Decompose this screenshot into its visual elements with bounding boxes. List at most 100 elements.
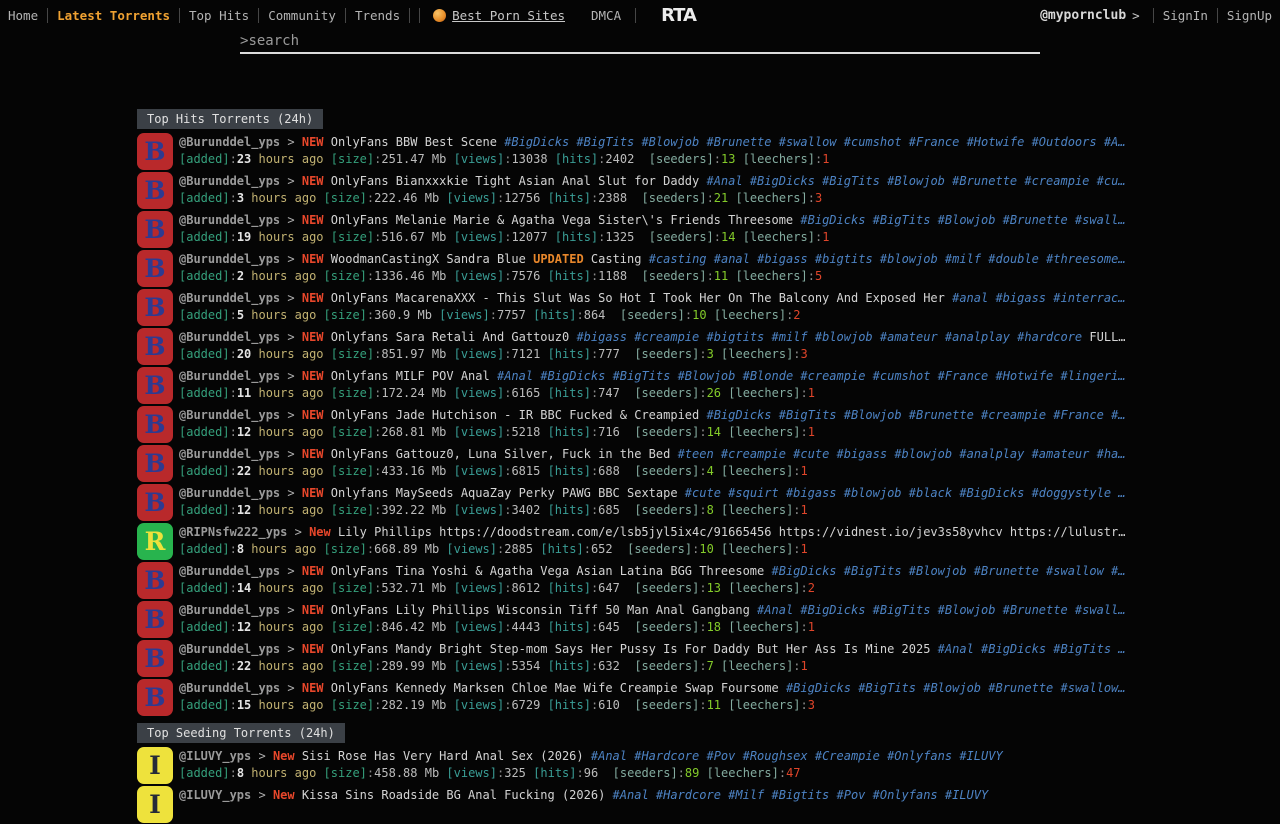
torrent-title[interactable]: Sisi Rose Has Very Hard Anal Sex (2026) — [302, 749, 584, 763]
user-avatar[interactable]: I — [137, 747, 173, 784]
search-input[interactable] — [248, 33, 988, 49]
user-avatar[interactable]: B — [137, 328, 173, 365]
username-link[interactable]: @Burunddel_yps — [179, 174, 280, 188]
torrent-row[interactable]: R@RIPNsfw222_yps > New Lily Phillips htt… — [137, 522, 1140, 561]
tag-list[interactable]: #Anal #BigDicks #BigTits #Blowjob #Brune… — [706, 174, 1125, 188]
torrent-title[interactable]: OnlyFans Gattouz0, Luna Silver, Fuck in … — [331, 447, 671, 461]
signup-link[interactable]: SignUp — [1227, 8, 1272, 23]
username-link[interactable]: @Burunddel_yps — [179, 252, 280, 266]
user-avatar[interactable]: B — [137, 601, 173, 638]
torrent-row[interactable]: B@Burunddel_yps > NEW OnlyFans Kennedy M… — [137, 678, 1140, 717]
username-link[interactable]: @RIPNsfw222_yps — [179, 525, 287, 539]
nav-item-trends[interactable]: Trends — [355, 8, 400, 23]
torrent-title[interactable]: WoodmanCastingX Sandra Blue — [331, 252, 526, 266]
tag-list[interactable]: #cute #squirt #bigass #blowjob #black #B… — [685, 486, 1126, 500]
torrent-row[interactable]: B@Burunddel_yps > NEW OnlyFans Bianxxxki… — [137, 171, 1140, 210]
stat-views-value: 5354 — [511, 659, 540, 673]
username-link[interactable]: @Burunddel_yps — [179, 447, 280, 461]
torrent-title[interactable]: OnlyFans Jade Hutchison - IR BBC Fucked … — [331, 408, 699, 422]
user-avatar[interactable]: B — [137, 562, 173, 599]
torrent-title[interactable]: Onlyfans Sara Retali And Gattouz0 — [331, 330, 569, 344]
username-link[interactable]: @Burunddel_yps — [179, 642, 280, 656]
username-link[interactable]: @Burunddel_yps — [179, 603, 280, 617]
user-avatar[interactable]: B — [137, 211, 173, 248]
username-link[interactable]: @Burunddel_yps — [179, 213, 280, 227]
torrent-row[interactable]: B@Burunddel_yps > NEW Onlyfans MILF POV … — [137, 366, 1140, 405]
torrent-title[interactable]: Onlyfans MILF POV Anal — [331, 369, 490, 383]
torrent-title[interactable]: OnlyFans BBW Best Scene — [331, 135, 497, 149]
colon: : — [714, 230, 721, 244]
tag-list[interactable]: #Anal #BigDicks #BigTits … — [938, 642, 1126, 656]
torrent-title[interactable]: OnlyFans Kennedy Marksen Chloe Mae Wife … — [331, 681, 779, 695]
tag-list[interactable]: #BigDicks #BigTits #Blowjob #Brunette #s… — [772, 564, 1126, 578]
user-avatar[interactable]: B — [137, 172, 173, 209]
dmca-link[interactable]: DMCA — [591, 8, 621, 23]
tag-list[interactable]: #casting #anal #bigass #bigtits #blowjob… — [649, 252, 1126, 266]
user-avatar[interactable]: B — [137, 406, 173, 443]
torrent-row[interactable]: B@Burunddel_yps > NEW WoodmanCastingX Sa… — [137, 249, 1140, 288]
signin-link[interactable]: SignIn — [1163, 8, 1208, 23]
user-avatar[interactable]: B — [137, 445, 173, 482]
tag-list[interactable]: #bigass #creampie #bigtits #milf #blowjo… — [576, 330, 1082, 344]
torrent-row[interactable]: I@ILUVY_yps > New Kissa Sins Roadside BG… — [137, 785, 1140, 824]
tag-list[interactable]: #anal #bigass #interrac… — [952, 291, 1125, 305]
tag-list[interactable]: #BigDicks #BigTits #Blowjob #Brunette #c… — [706, 408, 1125, 422]
tag-list[interactable]: #teen #creampie #cute #bigass #blowjob #… — [678, 447, 1126, 461]
tag-list[interactable]: #BigDicks #BigTits #Blowjob #Brunette #s… — [786, 681, 1126, 695]
torrent-title[interactable]: OnlyFans Lily Phillips Wisconsin Tiff 50… — [331, 603, 750, 617]
nav-item-home[interactable]: Home — [8, 8, 38, 23]
torrent-row[interactable]: B@Burunddel_yps > NEW OnlyFans Gattouz0,… — [137, 444, 1140, 483]
torrent-row[interactable]: B@Burunddel_yps > NEW OnlyFans Mandy Bri… — [137, 639, 1140, 678]
account-link[interactable]: @mypornclub — [1040, 8, 1126, 23]
torrent-title[interactable]: OnlyFans Melanie Marie & Agatha Vega Sis… — [331, 213, 793, 227]
stat-size-value: 222.46 Mb — [374, 191, 439, 205]
stat-added-value: 14 — [237, 581, 251, 595]
tag-list[interactable]: #Anal #BigDicks #BigTits #Blowjob #Brune… — [757, 603, 1125, 617]
torrent-row[interactable]: B@Burunddel_yps > NEW Onlyfans Sara Reta… — [137, 327, 1140, 366]
username-link[interactable]: @Burunddel_yps — [179, 135, 280, 149]
username-link[interactable]: @Burunddel_yps — [179, 408, 280, 422]
tag-list[interactable]: #BigDicks #BigTits #Blowjob #Brunette #s… — [800, 213, 1125, 227]
tag-list[interactable]: #Anal #Hardcore #Pov #Roughsex #Creampie… — [591, 749, 1003, 763]
torrent-row[interactable]: I@ILUVY_yps > New Sisi Rose Has Very Har… — [137, 746, 1140, 785]
nav-item-latest-torrents[interactable]: Latest Torrents — [57, 8, 170, 23]
tag-list[interactable]: #Anal #BigDicks #BigTits #Blowjob #Blond… — [497, 369, 1126, 383]
username-link[interactable]: @ILUVY_yps — [179, 749, 251, 763]
torrent-title[interactable]: OnlyFans Bianxxxkie Tight Asian Anal Slu… — [331, 174, 699, 188]
torrent-row[interactable]: B@Burunddel_yps > NEW OnlyFans Melanie M… — [137, 210, 1140, 249]
stat-leechers-value: 1 — [801, 542, 808, 556]
colon: : — [801, 620, 808, 634]
user-avatar[interactable]: B — [137, 367, 173, 404]
username-link[interactable]: @Burunddel_yps — [179, 486, 280, 500]
torrent-title[interactable]: OnlyFans Mandy Bright Step-mom Says Her … — [331, 642, 931, 656]
username-link[interactable]: @Burunddel_yps — [179, 330, 280, 344]
torrent-row[interactable]: B@Burunddel_yps > NEW Onlyfans MaySeeds … — [137, 483, 1140, 522]
username-link[interactable]: @Burunddel_yps — [179, 369, 280, 383]
torrent-row[interactable]: B@Burunddel_yps > NEW OnlyFans Tina Yosh… — [137, 561, 1140, 600]
torrent-title[interactable]: Onlyfans MaySeeds AquaZay Perky PAWG BBC… — [331, 486, 678, 500]
user-avatar[interactable]: B — [137, 679, 173, 716]
tag-list[interactable]: #BigDicks #BigTits #Blowjob #Brunette #s… — [504, 135, 1125, 149]
best-porn-sites-link[interactable]: Best Porn Sites — [452, 8, 565, 23]
torrent-title[interactable]: OnlyFans Tina Yoshi & Agatha Vega Asian … — [331, 564, 764, 578]
user-avatar[interactable]: I — [137, 786, 173, 823]
torrent-row[interactable]: B@Burunddel_yps > NEW OnlyFans BBW Best … — [137, 132, 1140, 171]
username-link[interactable]: @Burunddel_yps — [179, 564, 280, 578]
torrent-row[interactable]: B@Burunddel_yps > NEW OnlyFans Jade Hutc… — [137, 405, 1140, 444]
username-link[interactable]: @Burunddel_yps — [179, 291, 280, 305]
user-avatar[interactable]: R — [137, 523, 173, 560]
user-avatar[interactable]: B — [137, 640, 173, 677]
torrent-title[interactable]: Lily Phillips https://doodstream.com/e/l… — [338, 525, 1125, 539]
user-avatar[interactable]: B — [137, 289, 173, 326]
stat-added-unit: hours ago — [259, 347, 324, 361]
nav-item-top-hits[interactable]: Top Hits — [189, 8, 249, 23]
user-avatar[interactable]: B — [137, 133, 173, 170]
torrent-row[interactable]: B@Burunddel_yps > NEW OnlyFans MacarenaX… — [137, 288, 1140, 327]
torrent-row[interactable]: B@Burunddel_yps > NEW OnlyFans Lily Phil… — [137, 600, 1140, 639]
nav-item-community[interactable]: Community — [268, 8, 336, 23]
user-avatar[interactable]: B — [137, 484, 173, 521]
user-avatar[interactable]: B — [137, 250, 173, 287]
torrent-title[interactable]: Casting — [591, 252, 642, 266]
username-link[interactable]: @Burunddel_yps — [179, 681, 280, 695]
torrent-title[interactable]: OnlyFans MacarenaXXX - This Slut Was So … — [331, 291, 945, 305]
